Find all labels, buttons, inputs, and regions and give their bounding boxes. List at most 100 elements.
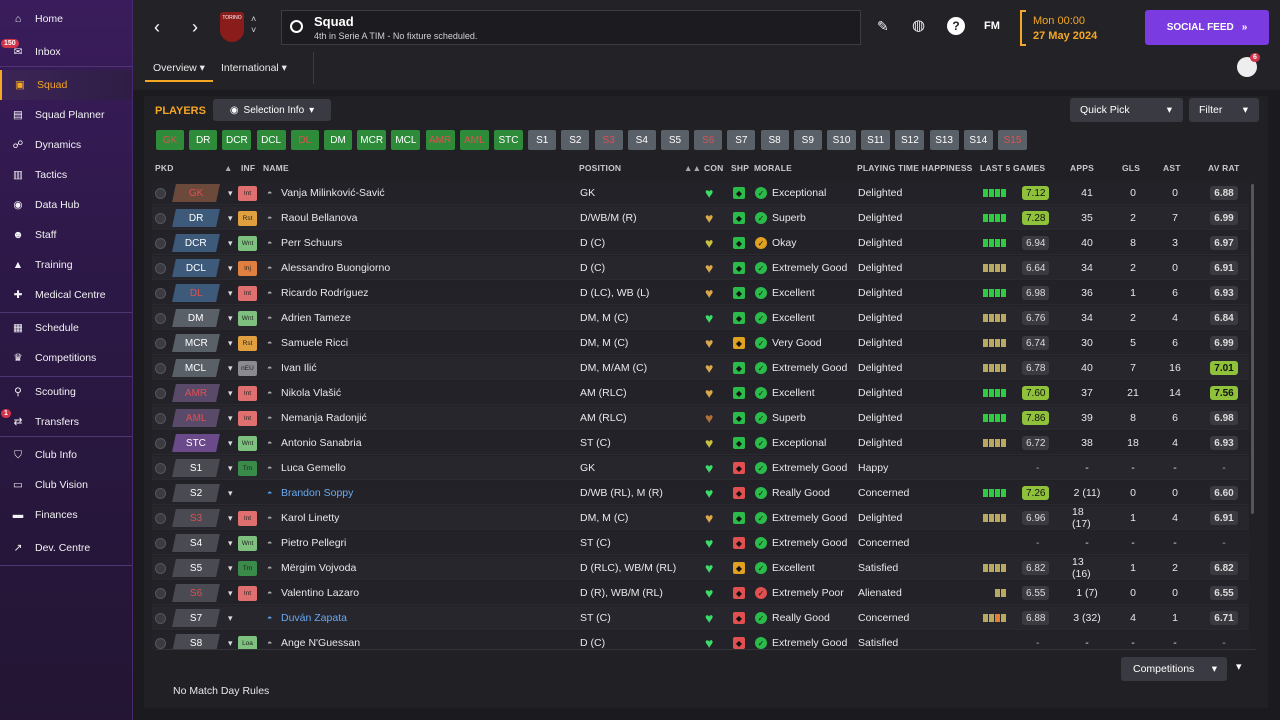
position-select[interactable]: STC ▾	[172, 431, 233, 455]
position-select[interactable]: S6 ▾	[172, 581, 233, 605]
table-row[interactable]: S4 ▾ Wnt ◓ Pietro Pellegri ST (C) ♥ ◆ ✓ Extremely…	[152, 531, 1249, 555]
fm-logo[interactable]: FM	[984, 20, 1000, 32]
col-position[interactable]: POSITION	[579, 163, 621, 173]
info-badge[interactable]: Wnt	[238, 235, 257, 251]
position-filter-amr[interactable]: AMR	[425, 130, 455, 150]
info-badge[interactable]: Int	[238, 510, 257, 526]
col-name[interactable]: NAME	[263, 163, 289, 173]
position-filter-dl[interactable]: DL	[290, 130, 319, 150]
sidebar-item-squad[interactable]: ▣ Squad	[0, 70, 132, 100]
pick-toggle[interactable]	[155, 456, 166, 480]
position-filter-s4[interactable]: S4	[627, 130, 656, 150]
position-select[interactable]: S2 ▾	[172, 481, 233, 505]
position-filter-s15[interactable]: S15	[998, 130, 1027, 150]
sidebar-item-transfers[interactable]: ⇄ Transfers	[0, 407, 132, 437]
table-row[interactable]: DR ▾ Rst ◓ Raoul Bellanova D/WB/M (R) ♥ ◆ ✓ Super…	[152, 206, 1249, 230]
competitions-dropdown[interactable]: Competitions ▾	[1121, 657, 1227, 681]
sidebar-item-dynamics[interactable]: ☍ Dynamics	[0, 130, 132, 160]
info-badge[interactable]: Rst	[238, 335, 257, 351]
player-name[interactable]: Nemanja Radonjić	[281, 406, 367, 430]
position-select[interactable]: S5 ▾	[172, 556, 233, 580]
table-row[interactable]: AMR ▾ Int ◓ Nikola Vlašić AM (RLC) ♥ ◆ ✓ Excellen…	[152, 381, 1249, 405]
pick-toggle[interactable]	[155, 256, 166, 280]
position-filter-s7[interactable]: S7	[727, 130, 756, 150]
pick-toggle[interactable]	[155, 506, 166, 530]
table-row[interactable]: MCR ▾ Rst ◓ Samuele Ricci DM, M (C) ♥ ◆ ✓ Very Go…	[152, 331, 1249, 355]
position-filter-s5[interactable]: S5	[661, 130, 689, 150]
col-ast[interactable]: AST	[1163, 163, 1181, 173]
position-filter-s8[interactable]: S8	[760, 130, 789, 150]
info-badge[interactable]: Wnt	[238, 535, 257, 551]
position-select[interactable]: S3 ▾	[172, 506, 233, 530]
table-row[interactable]: S8 ▾ Loa ◓ Ange N'Guessan D (C) ♥ ◆ ✓ Extremely G…	[152, 631, 1249, 649]
pick-toggle[interactable]	[155, 556, 166, 580]
info-badge[interactable]: Int	[238, 385, 257, 401]
player-name[interactable]: Samuele Ricci	[281, 331, 348, 355]
pick-toggle[interactable]	[155, 356, 166, 380]
pick-toggle[interactable]	[155, 181, 166, 205]
scrollbar[interactable]	[1251, 184, 1254, 514]
col-playing-time[interactable]: PLAYING TIME HAPPINESS	[857, 163, 973, 173]
table-row[interactable]: S6 ▾ Int ◓ Valentino Lazaro D (R), WB/M (RL) ♥…	[152, 581, 1249, 605]
position-filter-s14[interactable]: S14	[963, 130, 993, 150]
info-badge[interactable]: Int	[238, 410, 257, 426]
col-apps[interactable]: APPS	[1070, 163, 1094, 173]
table-row[interactable]: S3 ▾ Int ◓ Karol Linetty DM, M (C) ♥ ◆ ✓ Extremel…	[152, 506, 1249, 530]
position-filter-stc[interactable]: STC	[494, 130, 523, 150]
pick-toggle[interactable]	[155, 531, 166, 555]
position-filter-s6[interactable]: S6	[694, 130, 723, 150]
tab-overview[interactable]: Overview ▾	[145, 56, 213, 82]
sidebar-item-club-info[interactable]: ⛉ Club Info	[0, 440, 132, 470]
expand-chevron-icon[interactable]: ▾	[1236, 660, 1242, 673]
pick-toggle[interactable]	[155, 606, 166, 630]
col-shp[interactable]: SHP	[731, 163, 749, 173]
table-row[interactable]: S7 ▾ ◓ Duván Zapata ST (C) ♥ ◆ ✓ Really Good Conc…	[152, 606, 1249, 630]
sidebar-item-medical-centre[interactable]: ✚ Medical Centre	[0, 280, 132, 310]
position-filter-dr[interactable]: DR	[189, 130, 218, 150]
info-badge[interactable]: Wnt	[238, 435, 257, 451]
sidebar-item-schedule[interactable]: ▦ Schedule	[0, 313, 132, 343]
pencil-icon[interactable]: ✎	[877, 18, 889, 35]
info-badge[interactable]: Rst	[238, 210, 257, 226]
position-select[interactable]: S1 ▾	[172, 456, 233, 480]
position-filter-s11[interactable]: S11	[861, 130, 891, 150]
position-select[interactable]: DL ▾	[172, 281, 233, 305]
position-filter-s10[interactable]: S10	[827, 130, 856, 150]
info-badge[interactable]: Trn	[238, 560, 257, 576]
table-row[interactable]: DM ▾ Wnt ◓ Adrien Tameze DM, M (C) ♥ ◆ ✓ Excellen…	[152, 306, 1249, 330]
position-filter-s3[interactable]: S3	[594, 130, 623, 150]
updown-icon[interactable]: ˄ ˅	[251, 14, 256, 36]
player-name[interactable]: Alessandro Buongiorno	[281, 256, 390, 280]
position-filter-aml[interactable]: AML	[459, 130, 489, 150]
col-gls[interactable]: GLS	[1122, 163, 1140, 173]
page-title-box[interactable]: Squad 4th in Serie A TIM - No fixture sc…	[281, 10, 861, 45]
position-filter-s12[interactable]: S12	[895, 130, 925, 150]
table-row[interactable]: S5 ▾ Trn ◓ Mërgim Vojvoda D (RLC), WB/M (RL) ♥…	[152, 556, 1249, 580]
position-select[interactable]: DR ▾	[172, 206, 233, 230]
info-badge[interactable]: Int	[238, 285, 257, 301]
position-select[interactable]: AML ▾	[172, 406, 233, 430]
player-name[interactable]: Duván Zapata	[281, 606, 347, 630]
player-name[interactable]: Luca Gemello	[281, 456, 346, 480]
table-row[interactable]: MCL ▾ nEU ◓ Ivan Ilić DM, M/AM (C) ♥ ◆ ✓ Extremel…	[152, 356, 1249, 380]
col-last5[interactable]: LAST 5 GAMES	[980, 163, 1045, 173]
position-select[interactable]: MCR ▾	[172, 331, 233, 355]
position-filter-s9[interactable]: S9	[793, 130, 822, 150]
sidebar-item-scouting[interactable]: ⚲ Scouting	[0, 377, 132, 407]
col-con[interactable]: CON	[704, 163, 724, 173]
player-name[interactable]: Ange N'Guessan	[281, 631, 360, 649]
col-morale[interactable]: MORALE	[754, 163, 792, 173]
pick-toggle[interactable]	[155, 231, 166, 255]
position-filter-mcl[interactable]: MCL	[391, 130, 421, 150]
pick-toggle[interactable]	[155, 581, 166, 605]
table-row[interactable]: DL ▾ Int ◓ Ricardo Rodríguez D (LC), WB (L) ♥ ◆…	[152, 281, 1249, 305]
player-name[interactable]: Pietro Pellegri	[281, 531, 346, 555]
pick-toggle[interactable]	[155, 431, 166, 455]
player-name[interactable]: Antonio Sanabria	[281, 431, 362, 455]
pick-toggle[interactable]	[155, 331, 166, 355]
table-row[interactable]: AML ▾ Int ◓ Nemanja Radonjić AM (RLC) ♥ ◆ ✓ Super…	[152, 406, 1249, 430]
position-filter-gk[interactable]: GK	[156, 130, 184, 150]
position-select[interactable]: S4 ▾	[172, 531, 233, 555]
sidebar-item-competitions[interactable]: ♛ Competitions	[0, 343, 132, 373]
sidebar-item-staff[interactable]: ☻ Staff	[0, 220, 132, 250]
